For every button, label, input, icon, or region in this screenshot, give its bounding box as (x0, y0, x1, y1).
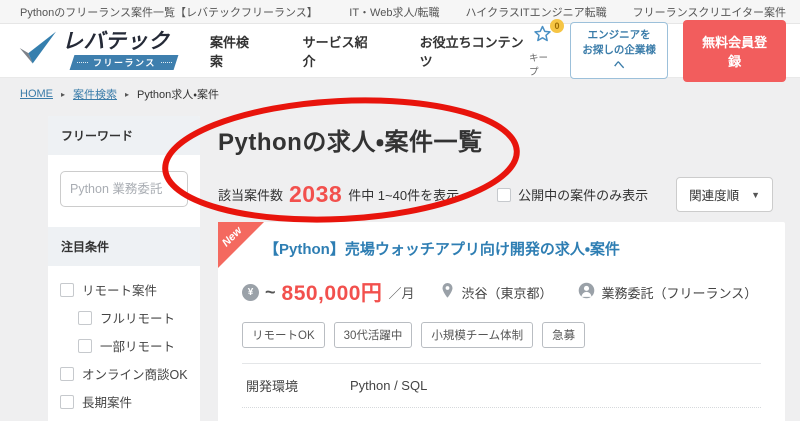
location-item: 渋谷（東京都） (440, 282, 552, 302)
result-count: 2038 (289, 181, 343, 207)
tag-small-team: 小規模チーム体制 (421, 322, 534, 348)
keep-button[interactable]: 0 キープ (528, 18, 565, 78)
result-suffix: 件中 1~40件を表示 (348, 188, 460, 203)
logo-main-text: レバテック (62, 30, 170, 53)
link-it-web[interactable]: IT・Web求人/転職 (349, 4, 439, 20)
breadcrumb-separator-icon: ▸ (125, 89, 130, 99)
link-creator[interactable]: フリーランスクリエイター案件 (633, 4, 786, 20)
checkbox-label: 長期案件 (82, 396, 133, 410)
tag-urgent: 急募 (542, 322, 586, 348)
checkbox-label: リモート案件 (82, 284, 158, 298)
map-pin-icon (440, 282, 455, 302)
freeword-section-body (48, 155, 200, 227)
detail-values: Python / SQL (350, 375, 427, 397)
page-title: Pythonの求人・案件一覧 (218, 129, 483, 156)
job-info-row: ¥ ~ 850,000円 ／月 渋谷（東京都） 業務委託（フリーランス） (242, 277, 761, 307)
nav-item-search[interactable]: 案件検索 (210, 32, 259, 70)
tag-30s-active: 30代活躍中 (333, 322, 413, 348)
logo-sub-banner: フリーランス (69, 55, 179, 70)
checkbox-longterm[interactable]: 長期案件 (60, 392, 188, 411)
site-switch-links: IT・Web求人/転職 ハイクラスITエンジニア転職 フリーランスクリエイター案… (349, 4, 786, 20)
detail-row-skills: 求めるスキル ・Pythonを用いた開発経験3年以上 ・Webフレームワークを用… (242, 408, 761, 421)
yen-icon: ¥ (242, 283, 259, 301)
nav-item-service[interactable]: サービス紹介 (303, 32, 376, 70)
checkbox-partial-remote[interactable]: 一部リモート (78, 336, 188, 355)
main-nav: 案件検索 サービス紹介 お役立ちコンテンツ (210, 32, 529, 70)
breadcrumb-search-link[interactable]: 案件検索 (73, 86, 117, 102)
person-icon (578, 282, 595, 302)
job-tags: リモートOK 30代活躍中 小規模チーム体制 急募 (242, 322, 761, 348)
breadcrumb-separator-icon: ▸ (61, 89, 66, 99)
checkbox-label: 一部リモート (100, 340, 176, 354)
job-card: New 【Python】売場ウォッチアプリ向け開発の求人・案件 ¥ ~ 850,… (218, 222, 785, 421)
checkbox-icon[interactable] (78, 310, 92, 325)
levtech-logo[interactable]: レバテック フリーランス (18, 30, 179, 71)
breadcrumb-current: Python求人・案件 (137, 89, 220, 101)
checkbox-remote[interactable]: リモート案件 (60, 280, 188, 299)
enterprise-button[interactable]: エンジニアを お探しの企業様へ (570, 21, 669, 80)
keep-label: キープ (528, 52, 548, 78)
salary-per: ／月 (388, 285, 415, 301)
detail-label: 開発環境 (246, 379, 299, 394)
logo-text: レバテック フリーランス (62, 30, 179, 70)
public-only-filter[interactable]: 公開中の案件のみ表示 (497, 185, 648, 204)
sort-selected-value: 関連度順 (689, 189, 740, 203)
check-mark-icon (18, 30, 56, 71)
checkbox-icon[interactable] (60, 282, 74, 297)
job-detail-table: 開発環境 Python / SQL 求めるスキル ・Pythonを用いた開発経験… (242, 363, 761, 421)
checkbox-icon[interactable] (60, 366, 74, 381)
keep-count-badge: 0 (550, 18, 565, 33)
logo-sub-text: フリーランス (77, 56, 172, 69)
salary-tilde: ~ (265, 281, 276, 302)
location-text: 渋谷（東京都） (461, 285, 553, 301)
public-only-label: 公開中の案件のみ表示 (518, 188, 649, 203)
checkbox-icon[interactable] (78, 338, 92, 353)
checkbox-icon[interactable] (60, 394, 74, 409)
browser-page-title: Pythonのフリーランス案件一覧【レバテックフリーランス】 (20, 6, 318, 19)
link-highclass[interactable]: ハイクラスITエンジニア転職 (466, 4, 607, 20)
main-content: Pythonの求人・案件一覧 該当案件数 2038 件中 1~40件を表示 公開… (218, 112, 785, 421)
freeword-search-input[interactable] (60, 171, 188, 207)
site-header: レバテック フリーランス 案件検索 サービス紹介 お役立ちコンテンツ 0 キープ… (0, 18, 800, 82)
contract-type-item: 業務委託（フリーランス） (578, 282, 757, 302)
result-prefix: 該当案件数 (218, 188, 284, 203)
enterprise-button-line2: お探しの企業様へ (582, 43, 656, 72)
breadcrumb: HOME ▸ 案件検索 ▸ Python求人・案件 (20, 86, 219, 102)
detail-row-environment: 開発環境 Python / SQL (242, 364, 761, 409)
detail-value: Python / SQL (350, 378, 428, 393)
salary-amount: 850,000円 (281, 282, 383, 305)
breadcrumb-home-link[interactable]: HOME (20, 88, 53, 100)
chevron-down-icon: ▼ (751, 189, 760, 200)
featured-section-title: 注目条件 (48, 227, 200, 266)
sort-dropdown[interactable]: 関連度順 ▼ (676, 177, 773, 212)
tag-remote-ok: リモートOK (242, 322, 325, 348)
checkbox-full-remote[interactable]: フルリモート (78, 308, 188, 327)
nav-item-content[interactable]: お役立ちコンテンツ (420, 32, 529, 70)
header-actions: 0 キープ エンジニアを お探しの企業様へ 無料会員登録 (528, 18, 786, 82)
register-button[interactable]: 無料会員登録 (683, 19, 786, 82)
checkbox-icon[interactable] (497, 187, 512, 202)
checkbox-label: フルリモート (100, 312, 176, 326)
filter-sidebar: フリーワード 注目条件 リモート案件 フルリモート 一部リモート オンライン商談… (48, 116, 200, 421)
checkbox-online-meeting[interactable]: オンライン商談OK (60, 364, 188, 383)
job-title-link[interactable]: 【Python】売場ウォッチアプリ向け開発の求人・案件 (264, 238, 761, 259)
freeword-section-title: フリーワード (48, 116, 200, 155)
checkbox-label: オンライン商談OK (82, 368, 188, 382)
featured-conditions-list: リモート案件 フルリモート 一部リモート オンライン商談OK 長期案件 フレック… (48, 266, 200, 421)
contract-type-text: 業務委託（フリーランス） (601, 285, 758, 301)
result-meta-row: 該当案件数 2038 件中 1~40件を表示 公開中の案件のみ表示 関連度順 ▼ (218, 177, 785, 212)
salary-item: ¥ ~ 850,000円 ／月 (242, 277, 414, 307)
enterprise-button-line1: エンジニアを (587, 28, 651, 41)
